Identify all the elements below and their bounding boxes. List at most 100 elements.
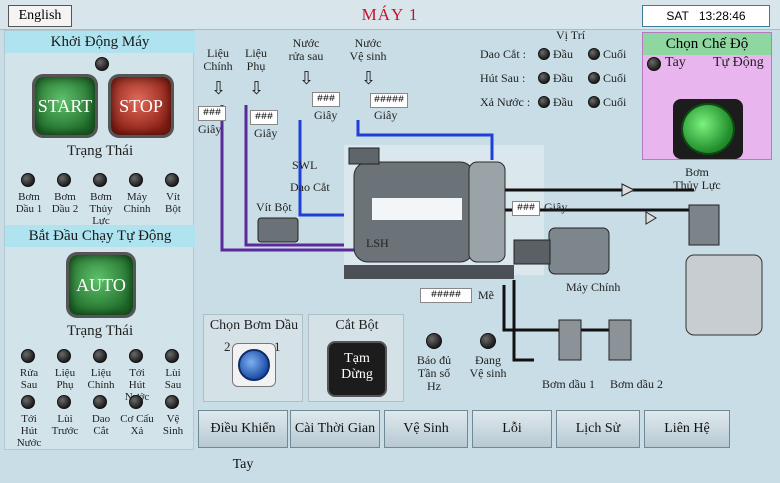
status_lamps_3-lamp-4 bbox=[165, 395, 179, 409]
oil-pump-2-label: Bơm dầu 2 bbox=[610, 377, 664, 391]
status_lamps_3-label-0-line1: Tới bbox=[21, 413, 37, 425]
vit-bot-label: Vít Bột bbox=[256, 200, 292, 214]
nav-button-2[interactable]: Vệ Sinh bbox=[384, 410, 468, 448]
extruder-base bbox=[344, 265, 514, 279]
extruder-end bbox=[468, 161, 506, 263]
pump-select-title: Chọn Bơm Dầu bbox=[209, 318, 299, 333]
hydraulic-pump-label: Bơm Thủy Lực bbox=[672, 166, 722, 192]
hydraulic-tank bbox=[685, 254, 763, 336]
mode-selector-switch[interactable] bbox=[673, 99, 743, 159]
speed-value[interactable]: ##### bbox=[420, 288, 472, 303]
status_lamps_2-label-2-line1: Liệu bbox=[90, 367, 112, 379]
extruder-inlet bbox=[348, 147, 380, 165]
status_lamps_1-label-3-line2: Chính bbox=[123, 203, 151, 215]
status-title-2: Trạng Thái bbox=[66, 323, 134, 339]
clock: SAT 13:28:46 bbox=[642, 5, 770, 27]
machine-title: MÁY 1 bbox=[361, 5, 419, 24]
position-lamp-start-1 bbox=[538, 72, 550, 84]
status_lamps_1-label-0-line2: Dầu 1 bbox=[15, 203, 43, 215]
pump-timer-unit: Giây bbox=[544, 200, 568, 214]
status_lamps_3-label-3-line1: Cơ Cấu bbox=[120, 413, 154, 425]
auto-title: Bắt Đầu Chạy Tự Động bbox=[5, 225, 195, 247]
indicator-lamp-0 bbox=[426, 333, 442, 349]
position-start-0: Đầu bbox=[553, 47, 573, 61]
position-lamp-start-2 bbox=[538, 96, 550, 108]
timer-clean[interactable]: ##### bbox=[370, 93, 408, 108]
status_lamps_1-label-4: Vít Bột bbox=[155, 191, 191, 215]
timer-wash-unit: Giây bbox=[314, 108, 338, 122]
status_lamps_3-label-3-line2: Xả bbox=[130, 425, 144, 437]
indicator-label-1-line2: Vệ sinh bbox=[469, 366, 507, 380]
position-start-2: Đầu bbox=[553, 95, 573, 109]
dao-cat-label: Dao Cắt bbox=[290, 180, 330, 194]
position-lamp-end-0 bbox=[588, 48, 600, 60]
timer-main[interactable]: ### bbox=[198, 106, 226, 121]
timer-clean-unit: Giây bbox=[374, 108, 398, 122]
pump-timer[interactable]: ### bbox=[512, 201, 540, 216]
pause-button-line1: Tạm bbox=[344, 351, 370, 366]
feed-label-2-line2: rửa sau bbox=[288, 49, 324, 63]
status_lamps_1-label-3: Máy Chính bbox=[119, 191, 155, 215]
status_lamps_1-label-1: Bơm Dầu 2 bbox=[47, 191, 83, 215]
status_lamps_3-label-4-line2: Sinh bbox=[162, 425, 184, 437]
feed-label-3-line2: Vệ sinh bbox=[349, 49, 387, 63]
status_lamps_1-label-2-line2: Thủy Lực bbox=[89, 203, 113, 227]
pump-select-knob[interactable] bbox=[232, 343, 276, 387]
nav-button-0[interactable]: Điều Khiển Tay bbox=[198, 410, 288, 472]
nav-button-5[interactable]: Liên Hệ bbox=[644, 410, 730, 448]
language-button[interactable]: English bbox=[8, 5, 72, 27]
status_lamps_1-label-0-line1: Bơm bbox=[18, 191, 40, 203]
screw-feeder bbox=[257, 217, 299, 243]
position-name-0: Dao Cắt : bbox=[480, 47, 526, 61]
cut-powder-title: Cắt Bột bbox=[335, 318, 379, 333]
feed-arrow-icon-0: ⇩ bbox=[211, 78, 227, 99]
status_lamps_2-label-0-line2: Sau bbox=[20, 379, 38, 391]
oil-pump-2-body bbox=[608, 319, 632, 361]
status_lamps_2-label-4: Lùi Sau bbox=[155, 367, 191, 391]
position-lamp-end-1 bbox=[588, 72, 600, 84]
status_lamps_3-lamp-3 bbox=[129, 395, 143, 409]
status_lamps_3-label-1-line1: Lùi bbox=[57, 413, 73, 425]
manual-mode-lamp bbox=[647, 57, 661, 71]
timer-wash[interactable]: ### bbox=[312, 92, 340, 107]
feed-label-1: Liệu Phụ bbox=[240, 47, 272, 73]
extruder-window bbox=[372, 198, 462, 220]
indicator-label-0-line3: Hz bbox=[427, 379, 441, 393]
timer-sub-unit: Giây bbox=[254, 126, 278, 140]
pump-select-panel: Chọn Bơm Dầu 2 1 bbox=[203, 314, 303, 402]
status_lamps_2-lamp-3 bbox=[129, 349, 143, 363]
status_lamps_1-label-2-line1: Bơm bbox=[90, 191, 112, 203]
start-button[interactable]: START bbox=[35, 77, 95, 135]
indicator-label-0: Báo đủ Tần số Hz bbox=[410, 354, 458, 393]
position-end-0: Cuối bbox=[603, 47, 627, 61]
status_lamps_3-label-2-line2: Cắt bbox=[93, 425, 109, 437]
status_lamps_3-label-1: Lùi Trước bbox=[47, 413, 83, 437]
status_lamps_3-label-1-line2: Trước bbox=[51, 425, 79, 437]
nav-button-4[interactable]: Lịch Sử bbox=[556, 410, 640, 448]
auto-button[interactable]: AUTO bbox=[69, 255, 133, 315]
status_lamps_3-lamp-0 bbox=[21, 395, 35, 409]
feed-label-0-line2: Chính bbox=[203, 59, 233, 73]
mode-panel: Chọn Chế Độ Tay Tự Động bbox=[642, 32, 772, 160]
status_lamps_1-label-0: Bơm Dầu 1 bbox=[11, 191, 47, 215]
hydraulic-pump-label-2: Thủy Lực bbox=[673, 178, 721, 192]
valve-upper bbox=[621, 183, 636, 197]
status_lamps_1-label-1-line2: Dầu 2 bbox=[51, 203, 79, 215]
valve-lower bbox=[645, 211, 657, 225]
stop-button[interactable]: STOP bbox=[111, 77, 171, 135]
hydraulic-pump bbox=[688, 204, 720, 246]
main-motor-coupling bbox=[513, 239, 551, 265]
startup-title: Khởi Động Máy bbox=[5, 31, 195, 53]
nav-button-1[interactable]: Cài Thời Gian bbox=[290, 410, 380, 448]
status_lamps_1-label-3-line1: Máy bbox=[126, 191, 148, 203]
status_lamps_2-lamp-2 bbox=[93, 349, 107, 363]
pause-button[interactable]: Tạm Dừng bbox=[327, 341, 387, 397]
position-start-1: Đầu bbox=[553, 71, 573, 85]
status_lamps_1-label-2: Bơm Thủy Lực bbox=[83, 191, 119, 227]
nav-button-3[interactable]: Lỗi bbox=[472, 410, 552, 448]
feed-arrow-icon-2: ⇩ bbox=[299, 68, 315, 89]
feed-label-1-line2: Phụ bbox=[246, 59, 266, 73]
timer-sub[interactable]: ### bbox=[250, 110, 278, 125]
startup-lamp bbox=[95, 57, 109, 71]
feed-arrow-icon-3: ⇩ bbox=[361, 68, 377, 89]
